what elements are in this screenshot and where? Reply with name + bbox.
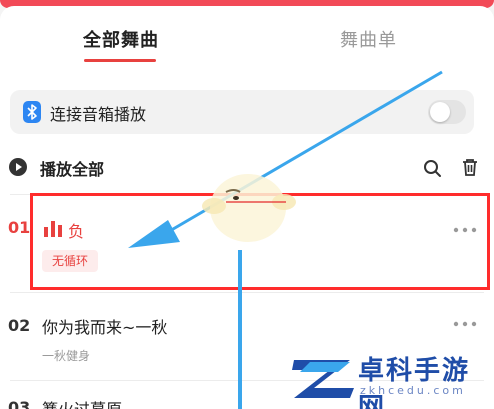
watermark-logo-icon <box>292 360 354 398</box>
watermark-text: 卓科手游网 <box>358 356 471 409</box>
arrow-head <box>128 220 180 248</box>
watermark-url: zkhcedu.com <box>360 384 466 397</box>
mascot-image <box>202 174 296 242</box>
